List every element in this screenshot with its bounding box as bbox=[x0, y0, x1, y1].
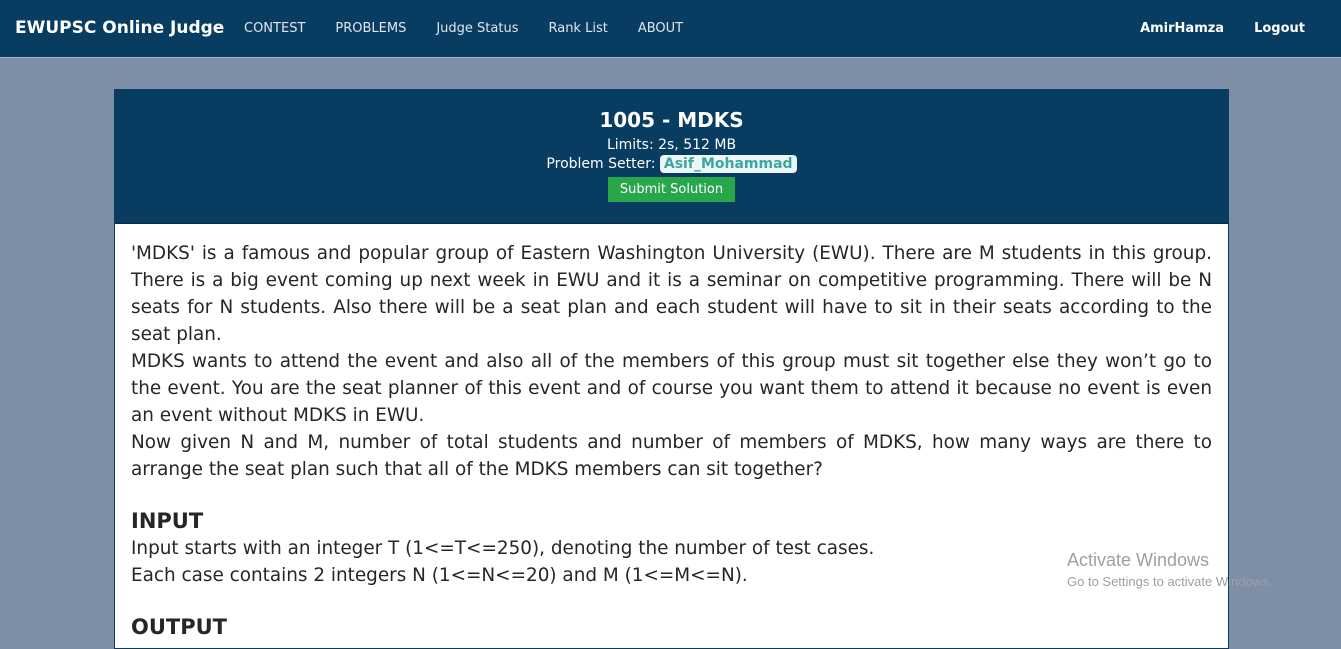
problem-statement: 'MDKS' is a famous and popular group of … bbox=[115, 224, 1228, 641]
brand-link[interactable]: EWUPSC Online Judge bbox=[15, 18, 224, 38]
statement-paragraph: MDKS wants to attend the event and also … bbox=[131, 351, 1212, 426]
nav-about[interactable]: ABOUT bbox=[638, 21, 683, 36]
watermark-title: Activate Windows bbox=[1067, 550, 1210, 570]
input-line: Each case contains 2 integers N (1<=N<=2… bbox=[131, 565, 748, 586]
statement-paragraph: Now given N and M, number of total stude… bbox=[131, 432, 1212, 480]
submit-solution-button[interactable]: Submit Solution bbox=[607, 177, 736, 202]
activate-windows-watermark: Activate Windows Go to Settings to activ… bbox=[1067, 550, 1272, 589]
problem-limits: Limits: 2s, 512 MB bbox=[606, 137, 737, 153]
statement-paragraph: 'MDKS' is a famous and popular group of … bbox=[131, 243, 1212, 345]
nav-user-area: AmirHamza Logout bbox=[1110, 21, 1305, 36]
nav-links: CONTEST PROBLEMS Judge Status Rank List … bbox=[244, 21, 713, 36]
setter-link[interactable]: Asif_Mohammad bbox=[659, 155, 797, 173]
problem-title: 1005 - MDKS bbox=[599, 108, 744, 132]
input-section-title: INPUT bbox=[131, 509, 204, 533]
nav-rank-list[interactable]: Rank List bbox=[548, 21, 607, 36]
nav-problems[interactable]: PROBLEMS bbox=[335, 21, 406, 36]
problem-header: 1005 - MDKS Limits: 2s, 512 MB Problem S… bbox=[115, 90, 1228, 224]
setter-label: Problem Setter: bbox=[546, 156, 656, 172]
problem-panel: 1005 - MDKS Limits: 2s, 512 MB Problem S… bbox=[114, 89, 1229, 649]
nav-contest[interactable]: CONTEST bbox=[244, 21, 305, 36]
input-line: Input starts with an integer T (1<=T<=25… bbox=[131, 538, 875, 559]
logout-link[interactable]: Logout bbox=[1254, 21, 1305, 36]
output-section-title: OUTPUT bbox=[131, 615, 227, 639]
nav-judge-status[interactable]: Judge Status bbox=[436, 21, 518, 36]
user-profile-link[interactable]: AmirHamza bbox=[1140, 21, 1224, 36]
watermark-subtitle: Go to Settings to activate Windows. bbox=[1067, 574, 1273, 589]
top-navbar: EWUPSC Online Judge CONTEST PROBLEMS Jud… bbox=[0, 0, 1341, 58]
problem-setter-row: Problem Setter: Asif_Mohammad bbox=[115, 155, 1228, 173]
